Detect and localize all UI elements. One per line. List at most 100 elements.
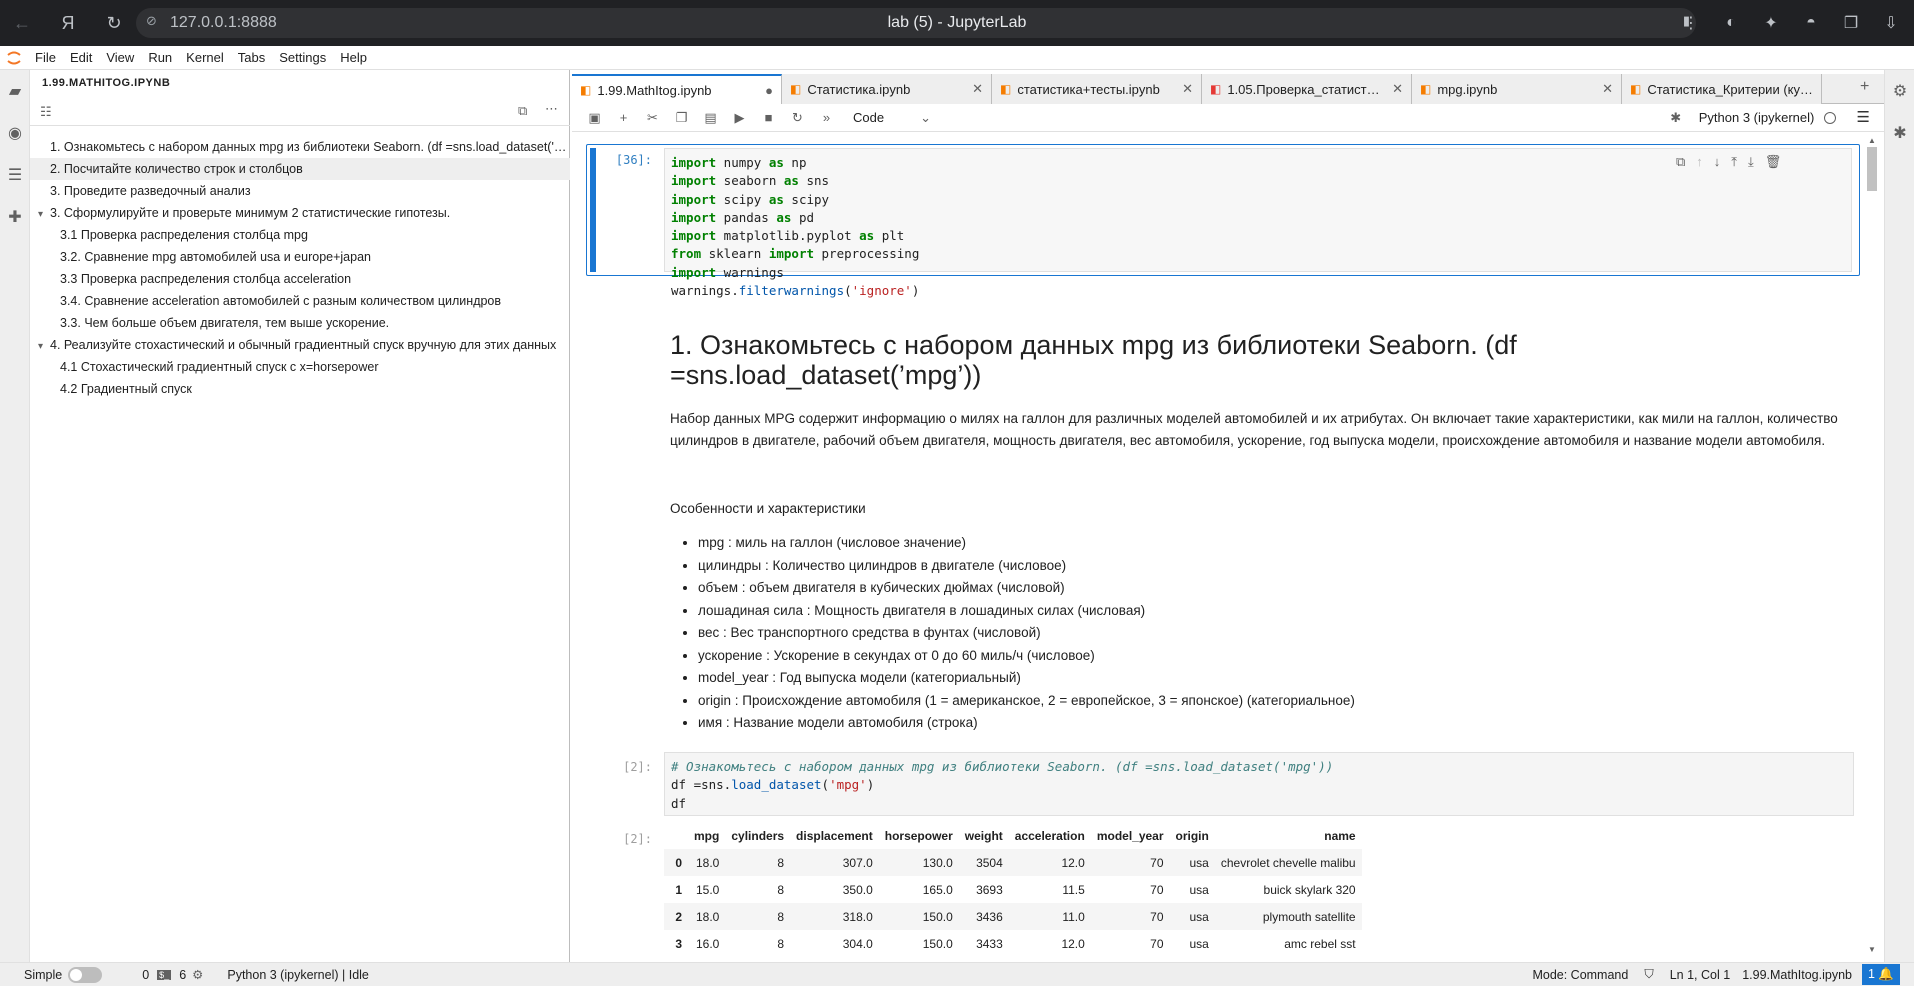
- toc-item[interactable]: 3.3 Проверка распределения столбца accel…: [30, 268, 570, 290]
- tab-3[interactable]: ◧ 1.05.Проверка_статистичес ✕: [1202, 74, 1412, 104]
- close-icon[interactable]: ✕: [972, 81, 983, 97]
- back-icon[interactable]: ←: [4, 5, 40, 41]
- toc-item[interactable]: 3.3. Чем больше объем двигателя, тем выш…: [30, 312, 570, 334]
- menu-help[interactable]: Help: [333, 50, 374, 65]
- scroll-thumb[interactable]: [1867, 147, 1877, 191]
- table-cell: 12.0: [1008, 849, 1091, 876]
- tab-label: 1.99.MathItog.ipynb: [597, 82, 712, 98]
- toc-item[interactable]: 4.2 Градиентный спуск: [30, 378, 570, 400]
- save-icon[interactable]: ▣: [580, 106, 609, 130]
- close-icon[interactable]: ✕: [1392, 81, 1403, 97]
- extension-icon[interactable]: ◐: [1716, 8, 1746, 38]
- more-icon[interactable]: ⋯: [545, 101, 558, 117]
- toc-item[interactable]: ▾ 3. Сформулируйте и проверьте минимум 2 …: [30, 202, 570, 224]
- column-header: mpg: [694, 828, 720, 843]
- insert-below-icon[interactable]: ⤓: [1748, 154, 1754, 170]
- feature-list: mpg : миль на галлон (числовое значение)…: [670, 532, 1860, 735]
- toc-item[interactable]: 2. Посчитайте количество строк и столбцо…: [30, 158, 570, 180]
- toc-item[interactable]: 1. Ознакомьтесь с набором данных mpg из …: [30, 136, 570, 158]
- terminal-icon[interactable]: $_: [157, 969, 172, 980]
- shield-check-icon[interactable]: ⛉: [1644, 967, 1653, 982]
- run-icon[interactable]: ▶: [725, 106, 754, 130]
- copy-icon[interactable]: ❐: [667, 106, 696, 130]
- table-of-contents-icon[interactable]: ☰: [0, 154, 30, 196]
- kernel-status[interactable]: Python 3 (ipykernel) | Idle: [227, 968, 369, 982]
- toc-item-label: 4.2 Градиентный спуск: [60, 382, 192, 396]
- simple-mode-toggle[interactable]: [68, 966, 103, 983]
- insert-cell-icon[interactable]: +: [609, 106, 638, 130]
- collapse-all-icon[interactable]: ⧉: [518, 103, 527, 119]
- menu-settings[interactable]: Settings: [272, 50, 333, 65]
- collections-icon[interactable]: ❐: [1836, 8, 1866, 38]
- tab-2[interactable]: ◧ статистика+тесты.ipynb ✕: [992, 74, 1202, 104]
- property-inspector-icon[interactable]: ⚙: [1885, 70, 1914, 112]
- paste-icon[interactable]: ▤: [696, 106, 725, 130]
- table-cell: usa: [1189, 936, 1209, 951]
- cell-type-select[interactable]: Code ⌄: [853, 110, 933, 126]
- reload-icon[interactable]: ↻: [96, 5, 132, 41]
- kernel-gear-icon[interactable]: ⚙: [192, 967, 203, 982]
- notebook-content[interactable]: [36]: import numpy as np import seaborn …: [572, 132, 1884, 954]
- extensions-icon[interactable]: ✚: [0, 196, 30, 238]
- move-up-icon[interactable]: ↑: [1696, 154, 1703, 170]
- menu-edit[interactable]: Edit: [63, 50, 99, 65]
- tab-5[interactable]: ◧ Статистика_Критерии (курс: [1622, 74, 1822, 104]
- menu-file[interactable]: File: [28, 50, 63, 65]
- terminal-count[interactable]: 0: [142, 968, 149, 982]
- run-all-icon[interactable]: »: [812, 106, 841, 130]
- menu-view[interactable]: View: [99, 50, 141, 65]
- hamburger-menu-icon[interactable]: ☰: [1857, 108, 1870, 126]
- code-editor[interactable]: import numpy as np import seaborn as sns…: [664, 148, 1852, 298]
- downloads-icon[interactable]: ⇩: [1876, 8, 1906, 38]
- running-icon[interactable]: ◉: [0, 112, 30, 154]
- table-cell: 18.0: [688, 903, 726, 930]
- restart-icon[interactable]: ↻: [783, 106, 812, 130]
- list-item: вес : Вес транспортного средства в фунта…: [698, 622, 1860, 645]
- tab-label: 1.05.Проверка_статистичес: [1227, 81, 1387, 97]
- tab-4[interactable]: ◧ mpg.ipynb ✕: [1412, 74, 1622, 104]
- caret-down-icon[interactable]: ▾: [38, 336, 50, 356]
- delete-cell-icon[interactable]: 🗑: [1765, 154, 1782, 170]
- tab-0[interactable]: ◧ 1.99.MathItog.ipynb ●: [572, 74, 782, 104]
- folder-icon[interactable]: ▰: [0, 70, 30, 112]
- cut-icon[interactable]: ✂: [638, 106, 667, 130]
- profile-icon[interactable]: ◓: [1796, 8, 1826, 38]
- scroll-up-arrow[interactable]: ▲: [1866, 136, 1878, 145]
- stop-icon[interactable]: ■: [754, 106, 783, 130]
- notebook-scrollbar[interactable]: ▲ ▼: [1866, 136, 1878, 954]
- menu-dots-icon[interactable]: ⋮: [1676, 8, 1706, 38]
- insert-above-icon[interactable]: ⤒: [1731, 154, 1737, 170]
- close-icon[interactable]: ✕: [1602, 81, 1613, 97]
- scroll-down-arrow[interactable]: ▼: [1866, 945, 1878, 954]
- toc-item[interactable]: 3. Проведите разведочный анализ: [30, 180, 570, 202]
- duplicate-cell-icon[interactable]: ⧉: [1676, 154, 1685, 170]
- toc-item[interactable]: ▾ 4. Реализуйте стохастический и обычный …: [30, 334, 570, 356]
- kernel-name[interactable]: ✱ Python 3 (ipykernel): [1670, 110, 1836, 126]
- numbering-icon[interactable]: ☷: [40, 104, 52, 120]
- extension-icon-2[interactable]: ✦: [1756, 8, 1786, 38]
- toc-item[interactable]: 4.1 Стохастический градиентный спуск с x…: [30, 356, 570, 378]
- close-icon[interactable]: ✕: [1182, 81, 1193, 97]
- bug-icon[interactable]: ✱: [1670, 110, 1681, 125]
- toc-item[interactable]: 3.4. Сравнение acceleration автомобилей …: [30, 290, 570, 312]
- tab-1[interactable]: ◧ Статистика.ipynb ✕: [782, 74, 992, 104]
- debugger-icon[interactable]: ✱: [1885, 112, 1914, 154]
- column-header: weight: [964, 828, 1003, 843]
- address-bar[interactable]: ⊘ 127.0.0.1:8888 ▮: [136, 8, 1696, 38]
- toc-item[interactable]: 3.1 Проверка распределения столбца mpg: [30, 224, 570, 246]
- unsaved-dot-icon[interactable]: ●: [765, 83, 773, 98]
- table-cell: 3436: [958, 903, 1009, 930]
- toc-item[interactable]: 3.2. Сравнение mpg автомобилей usa и eur…: [30, 246, 570, 268]
- move-down-icon[interactable]: ↓: [1714, 154, 1721, 170]
- site-info-icon[interactable]: ⊘: [146, 13, 157, 29]
- new-tab-icon[interactable]: +: [1860, 78, 1869, 96]
- menu-run[interactable]: Run: [141, 50, 179, 65]
- caret-down-icon[interactable]: ▾: [38, 204, 50, 224]
- cursor-position[interactable]: Ln 1, Col 1: [1670, 968, 1730, 982]
- menu-tabs[interactable]: Tabs: [231, 50, 272, 65]
- kernel-count[interactable]: 6: [179, 968, 186, 982]
- yandex-icon[interactable]: Я: [50, 5, 86, 41]
- code-editor-2[interactable]: # Ознакомьтесь с набором данных mpg из б…: [664, 752, 1854, 816]
- notification-badge[interactable]: 1 🔔: [1861, 964, 1900, 985]
- menu-kernel[interactable]: Kernel: [179, 50, 231, 65]
